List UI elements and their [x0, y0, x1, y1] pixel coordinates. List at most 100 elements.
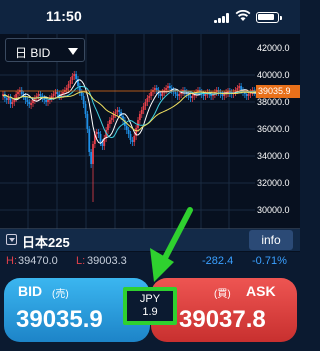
candle: [165, 88, 168, 90]
candle: [159, 94, 162, 96]
candle: [99, 134, 102, 142]
candle: [52, 94, 55, 96]
candle: [138, 114, 141, 120]
candle: [71, 76, 74, 80]
candle: [247, 94, 250, 96]
candle: [88, 129, 91, 152]
candle: [168, 86, 171, 88]
candle: [97, 132, 100, 134]
ask-label: ASK: [246, 283, 276, 299]
candle: [223, 94, 226, 96]
candle: [80, 92, 83, 96]
candle: [86, 114, 89, 129]
candle: [202, 94, 205, 96]
candle: [82, 96, 85, 104]
candle: [174, 92, 177, 94]
wifi-icon: [235, 10, 251, 21]
candle: [75, 74, 78, 79]
candle: [15, 94, 18, 98]
candle: [11, 102, 14, 104]
candle: [221, 94, 224, 96]
candle: [146, 98, 149, 102]
candle: [65, 88, 68, 90]
candle: [142, 106, 145, 110]
y-tick-label: 32000.0: [257, 178, 290, 188]
candle: [116, 110, 119, 112]
candle: [5, 98, 8, 100]
status-bar: 11:50: [0, 0, 300, 34]
collapse-toggle-icon[interactable]: [6, 234, 17, 245]
ask-price: 39037.8: [179, 306, 266, 333]
candle: [167, 86, 169, 88]
candle: [9, 97, 12, 104]
candle: [155, 88, 158, 90]
low-value: 39003.3: [87, 255, 127, 267]
y-tick-label: 42000.0: [257, 43, 290, 53]
y-tick-label: 34000.0: [257, 151, 290, 161]
chart-type-label: 日 BID: [15, 46, 51, 60]
candle: [39, 94, 42, 96]
candle: [30, 103, 33, 105]
ask-sublabel: (買): [214, 289, 231, 300]
candle: [236, 88, 239, 90]
candle: [238, 86, 241, 88]
candle: [140, 110, 143, 114]
bid-price: 39035.9: [16, 306, 103, 333]
candle: [54, 92, 57, 94]
candle: [161, 92, 164, 96]
candle: [107, 124, 109, 130]
candle: [69, 80, 72, 84]
info-button[interactable]: info: [249, 230, 293, 250]
y-tick-label: 38000.0: [257, 97, 290, 107]
candle: [204, 94, 207, 96]
chevron-down-icon: [68, 48, 78, 55]
bid-label: BID: [18, 283, 43, 299]
spread-value: 1.9: [142, 306, 158, 318]
annotation-arrow-icon: [150, 207, 193, 282]
candle: [191, 96, 194, 98]
candle: [26, 100, 29, 102]
spread-currency: JPY: [139, 293, 161, 305]
candle: [189, 96, 192, 98]
clock: 11:50: [46, 8, 83, 24]
candle: [129, 134, 132, 140]
bid-sublabel: (売): [52, 289, 69, 300]
candle: [47, 100, 49, 102]
y-tick-label: 30000.0: [257, 205, 290, 215]
chart-type-select[interactable]: 日 BID: [5, 38, 85, 62]
y-tick-label: 36000.0: [257, 124, 290, 134]
moving-average-line: [2, 91, 257, 132]
candle: [150, 92, 153, 96]
candle: [84, 104, 87, 114]
candle: [245, 94, 248, 96]
candle: [92, 144, 94, 164]
candle: [125, 126, 128, 130]
spread-indicator: JPY 1.9: [123, 287, 177, 325]
moving-average-line: [2, 79, 257, 144]
candle: [95, 132, 98, 134]
symbol-name[interactable]: 日本225: [22, 232, 70, 251]
candle: [178, 94, 181, 96]
candle: [45, 100, 48, 102]
candle: [176, 94, 179, 96]
candle: [127, 130, 130, 134]
candle: [144, 102, 147, 106]
candle: [148, 96, 151, 98]
low-key: L:: [76, 255, 86, 267]
battery-icon: [256, 12, 282, 23]
candle: [108, 120, 111, 124]
candle: [131, 140, 134, 142]
candle: [133, 136, 136, 142]
candle: [118, 110, 121, 112]
current-price-tag: 39035.9: [256, 85, 300, 98]
candle: [153, 88, 156, 90]
candle: [110, 118, 113, 120]
cellular-signal-icon: [214, 13, 230, 23]
candle: [17, 92, 19, 94]
candle: [37, 94, 40, 96]
candle: [28, 102, 31, 104]
candle: [56, 92, 59, 94]
high-key: H:: [6, 255, 17, 267]
candle: [114, 112, 117, 114]
candle: [73, 74, 76, 76]
